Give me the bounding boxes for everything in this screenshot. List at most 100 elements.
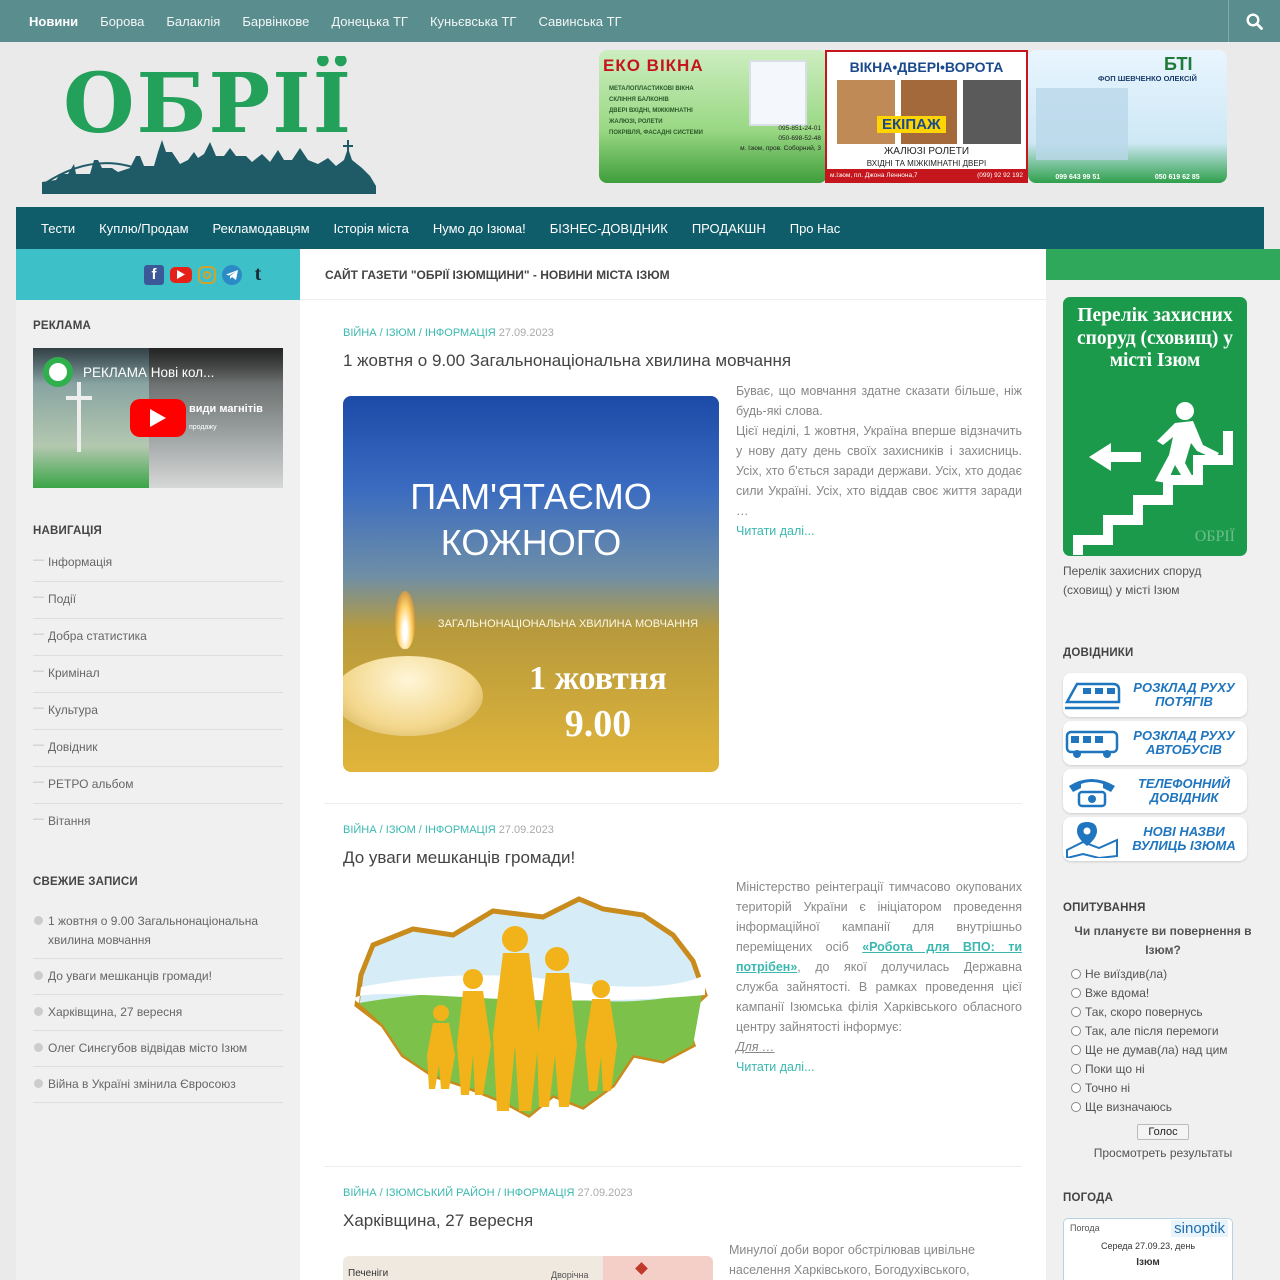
video-caption: види магнітів <box>189 403 263 415</box>
main-nav-advertisers[interactable]: Рекламодавцям <box>213 221 310 236</box>
tumblr-icon[interactable]: t <box>248 263 268 285</box>
nav-item-crime[interactable]: Кримінал <box>33 656 283 693</box>
category-link[interactable]: ВІЙНА <box>343 824 377 836</box>
nav-item-good-stats[interactable]: Добра статистика <box>33 619 283 656</box>
vote-button[interactable]: Голос <box>1137 1124 1189 1140</box>
top-nav-item-savynska[interactable]: Савинська ТГ <box>538 14 621 29</box>
weather-widget[interactable]: Погода sinoptik Середа 27.09.23, день Із… <box>1063 1218 1233 1280</box>
radio-button[interactable] <box>1071 1063 1081 1074</box>
category-link[interactable]: ІНФОРМАЦІЯ <box>425 327 496 339</box>
svg-text:ОБРІЇ: ОБРІЇ <box>63 56 353 152</box>
category-link[interactable]: ІЗЮМСЬКИЙ РАЙОН <box>386 1187 495 1199</box>
post-date: 27.09.2023 <box>498 824 554 836</box>
youtube-icon[interactable] <box>170 266 192 283</box>
post-title[interactable]: 1 жовтня о 9.00 Загальнонаціональна хвил… <box>343 351 1023 371</box>
video-title[interactable]: РЕКЛАМА Нові кол... <box>83 365 214 380</box>
banner-ekipazh[interactable]: ВІКНА•ДВЕРІ•ВОРОТА ЕКІПАЖ ЖАЛЮЗІ РОЛЕТИ … <box>825 50 1028 183</box>
play-icon <box>150 409 166 427</box>
recent-post-link[interactable]: Олег Синєгубов відвідав місто Ізюм <box>33 1031 283 1067</box>
street-names-button[interactable]: НОВІ НАЗВИ ВУЛИЦЬ ІЗЮМА <box>1063 817 1247 861</box>
top-nav-item-borova[interactable]: Борова <box>100 14 144 29</box>
post-thumbnail[interactable] <box>343 885 719 1139</box>
post-divider <box>324 803 1022 804</box>
post-thumbnail[interactable]: ПАМ'ЯТАЄМО КОЖНОГО ЗАГАЛЬНОНАЦІОНАЛЬНА Х… <box>343 396 719 772</box>
top-nav-item-balakliia[interactable]: Балаклія <box>166 14 220 29</box>
radio-button[interactable] <box>1071 1101 1081 1112</box>
top-navigation: Новини Борова Балаклія Барвінкове Донець… <box>0 0 1280 42</box>
top-nav-item-kunievska[interactable]: Куньєвська ТГ <box>430 14 517 29</box>
facebook-icon[interactable]: f <box>144 264 164 285</box>
main-nav-production[interactable]: ПРОДАКШН <box>692 221 766 236</box>
category-link[interactable]: ІЗЮМ <box>386 824 416 836</box>
radio-button[interactable] <box>1071 1044 1081 1055</box>
poll-option[interactable]: Ще визначаюсь <box>1063 1097 1263 1116</box>
main-nav-come-to-izium[interactable]: Нумо до Ізюма! <box>433 221 526 236</box>
poll-option[interactable]: Не виїздив(ла) <box>1063 964 1263 983</box>
read-more-link[interactable]: Читати далі... <box>736 1060 815 1074</box>
main-nav-city-history[interactable]: Історія міста <box>334 221 409 236</box>
nav-item-culture[interactable]: Культура <box>33 693 283 730</box>
nav-item-events[interactable]: Події <box>33 582 283 619</box>
category-link[interactable]: ІЗЮМ <box>386 327 416 339</box>
post-title[interactable]: До уваги мешканців громади! <box>343 848 1023 868</box>
read-more-link[interactable]: Читати далі... <box>736 524 815 538</box>
category-list: Інформація Події Добра статистика Кримін… <box>33 545 283 841</box>
site-header: ОБРІЇ ЕКО ВІКНА МЕТАЛОПЛАСТИКОВІ ВІКНА С… <box>0 42 1280 207</box>
poll-option[interactable]: Поки що ні <box>1063 1059 1263 1078</box>
poll-results-link[interactable]: Просмотреть результаты <box>1063 1146 1263 1160</box>
site-logo[interactable]: ОБРІЇ <box>38 54 378 196</box>
radio-button[interactable] <box>1071 1006 1081 1017</box>
page-title: САЙТ ГАЗЕТИ "ОБРІЇ ІЗЮМЩИНИ" - НОВИНИ МІ… <box>300 249 1046 300</box>
sinoptik-logo[interactable]: sinoptik <box>1171 1220 1228 1237</box>
post-excerpt: Буває, що мовчання здатне сказати більше… <box>736 384 1022 538</box>
post-card: ВІЙНА / ІЗЮМСЬКИЙ РАЙОН / ІНФОРМАЦІЯ 27.… <box>343 1187 1023 1231</box>
shelter-sign[interactable]: Перелік захисних споруд (сховищ) у місті… <box>1063 297 1247 556</box>
nav-item-information[interactable]: Інформація <box>33 545 283 582</box>
post-meta: ВІЙНА / ІЗЮМ / ІНФОРМАЦІЯ 27.09.2023 <box>343 824 554 836</box>
telegram-icon[interactable] <box>222 264 242 285</box>
post-divider <box>324 1166 1022 1167</box>
banner-eko-vikna[interactable]: ЕКО ВІКНА МЕТАЛОПЛАСТИКОВІ ВІКНА СКЛІННЯ… <box>599 50 827 183</box>
top-nav-item-news[interactable]: Новини <box>29 14 78 29</box>
post-thumbnail-map[interactable]: Печеніги Дворічна <box>343 1256 713 1280</box>
recent-post-link[interactable]: Війна в Україні змінила Євросоюз <box>33 1067 283 1103</box>
radio-button[interactable] <box>1071 968 1081 979</box>
instagram-icon[interactable] <box>198 265 216 284</box>
bus-schedule-button[interactable]: РОЗКЛАД РУХУ АВТОБУСІВ <box>1063 721 1247 765</box>
post-title[interactable]: Харківщина, 27 вересня <box>343 1211 1023 1231</box>
shelter-caption[interactable]: Перелік захисних споруд (сховищ) у місті… <box>1063 562 1253 600</box>
main-nav-about[interactable]: Про Нас <box>790 221 841 236</box>
play-button[interactable] <box>130 399 186 437</box>
search-button[interactable] <box>1228 0 1280 42</box>
radio-button[interactable] <box>1071 1025 1081 1036</box>
poll-option[interactable]: Так, але після перемоги <box>1063 1021 1263 1040</box>
nav-item-retro[interactable]: РЕТРО альбом <box>33 767 283 804</box>
main-nav-buy-sell[interactable]: Куплю/Продам <box>99 221 188 236</box>
main-nav-tests[interactable]: Тести <box>41 221 75 236</box>
category-link[interactable]: ІНФОРМАЦІЯ <box>425 824 496 836</box>
ad-video[interactable]: РЕКЛАМА Нові кол... види магнітів продаж… <box>33 348 283 488</box>
banner-bti[interactable]: БТІ ФОП ШЕВЧЕНКО ОЛЕКСІЙ 099 643 99 51 05… <box>1028 50 1227 183</box>
top-nav-item-donetska[interactable]: Донецька ТГ <box>331 14 408 29</box>
radio-button[interactable] <box>1071 987 1081 998</box>
main-content: САЙТ ГАЗЕТИ "ОБРІЇ ІЗЮМЩИНИ" - НОВИНИ МІ… <box>300 249 1046 1280</box>
top-nav-item-barvinkove[interactable]: Барвінкове <box>242 14 309 29</box>
category-link[interactable]: ВІЙНА <box>343 327 377 339</box>
poll-option[interactable]: Вже вдома! <box>1063 983 1263 1002</box>
category-link[interactable]: ІНФОРМАЦІЯ <box>504 1187 575 1199</box>
recent-post-link[interactable]: 1 жовтня о 9.00 Загальнонаціональна хвил… <box>33 904 283 959</box>
poll-option[interactable]: Так, скоро повернусь <box>1063 1002 1263 1021</box>
poll-option[interactable]: Ще не думав(ла) над цим <box>1063 1040 1263 1059</box>
main-nav-business-directory[interactable]: БІЗНЕС-ДОВІДНИК <box>550 221 668 236</box>
recent-post-link[interactable]: До уваги мешканців громади! <box>33 959 283 995</box>
post-excerpt: Минулої доби ворог обстрілював цивільне … <box>729 1243 975 1277</box>
post-excerpt: Міністерство реінтеграції тимчасово окуп… <box>736 880 1023 1074</box>
nav-item-greetings[interactable]: Вітання <box>33 804 283 841</box>
radio-button[interactable] <box>1071 1082 1081 1093</box>
nav-item-directory[interactable]: Довідник <box>33 730 283 767</box>
train-schedule-button[interactable]: РОЗКЛАД РУХУ ПОТЯГІВ <box>1063 673 1247 717</box>
recent-post-link[interactable]: Харківщина, 27 вересня <box>33 995 283 1031</box>
category-link[interactable]: ВІЙНА <box>343 1187 377 1199</box>
phone-directory-button[interactable]: ТЕЛЕФОННИЙ ДОВІДНИК <box>1063 769 1247 813</box>
poll-option[interactable]: Точно ні <box>1063 1078 1263 1097</box>
